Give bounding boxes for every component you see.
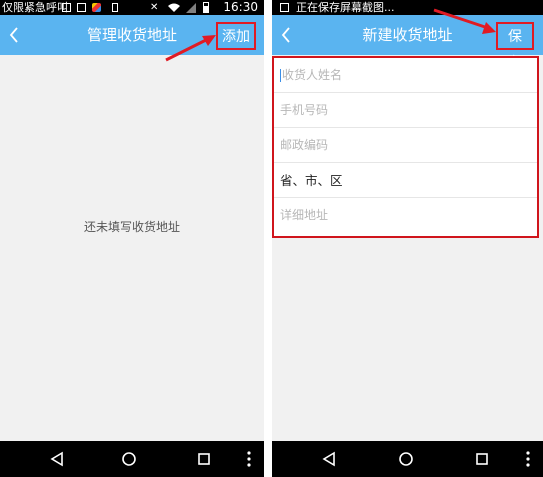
- wifi-icon: [168, 2, 180, 12]
- image-icon: [280, 3, 289, 12]
- phone-field[interactable]: 手机号码: [274, 93, 537, 128]
- text-caret: [280, 69, 281, 82]
- save-button[interactable]: 保存: [496, 22, 534, 71]
- status-text: 正在保存屏幕截图...: [296, 1, 395, 14]
- battery-icon: [203, 2, 209, 13]
- title-bar: 新建收货地址 保存: [272, 15, 543, 71]
- status-bar: 正在保存屏幕截图...: [272, 0, 543, 15]
- title-bar: 管理收货地址 添加: [0, 15, 264, 55]
- detail-address-field[interactable]: 详细地址: [274, 198, 537, 233]
- sim-icon: [112, 3, 118, 12]
- address-form: 收货人姓名 手机号码 邮政编码 省、市、区 详细地址: [272, 56, 539, 238]
- nav-back-triangle-icon[interactable]: [47, 449, 67, 469]
- system-nav-bar: [272, 441, 543, 477]
- mute-icon: ✕: [150, 2, 159, 13]
- phone-placeholder: 手机号码: [280, 103, 329, 117]
- recipient-name-field[interactable]: 收货人姓名: [274, 58, 537, 93]
- nav-menu-dots-icon[interactable]: [518, 449, 538, 469]
- recipient-name-placeholder: 收货人姓名: [282, 68, 343, 82]
- add-button[interactable]: 添加: [216, 22, 256, 50]
- nav-menu-dots-icon[interactable]: [239, 449, 259, 469]
- postcode-placeholder: 邮政编码: [280, 138, 329, 152]
- nav-back-triangle-icon[interactable]: [319, 449, 339, 469]
- nav-home-circle-icon[interactable]: [396, 449, 416, 469]
- status-bar: 仅限紧急呼叫 ✕ 16:30: [0, 0, 264, 15]
- right-phone-screen: 正在保存屏幕截图... 新建收货地址 保存 收货人姓名 手机号码 邮政编码 省、…: [272, 0, 543, 477]
- region-selector[interactable]: 省、市、区: [274, 163, 537, 198]
- image-icon: [77, 3, 86, 12]
- status-text: 仅限紧急呼叫: [2, 1, 68, 14]
- postcode-field[interactable]: 邮政编码: [274, 128, 537, 163]
- image-icon: [62, 3, 71, 12]
- system-nav-bar: [0, 441, 264, 477]
- empty-state-message: 还未填写收货地址: [83, 220, 180, 234]
- nav-recent-square-icon[interactable]: [472, 449, 492, 469]
- signal-icon: [186, 2, 196, 13]
- left-phone-screen: 仅限紧急呼叫 ✕ 16:30 管理收货地址 添加 还未填写收货地址: [0, 0, 264, 477]
- region-value: 省、市、区: [280, 173, 343, 188]
- detail-address-placeholder: 详细地址: [280, 208, 329, 222]
- nav-home-circle-icon[interactable]: [119, 449, 139, 469]
- nav-recent-square-icon[interactable]: [194, 449, 214, 469]
- clock: 16:30: [223, 0, 258, 14]
- app-icon: [92, 3, 101, 12]
